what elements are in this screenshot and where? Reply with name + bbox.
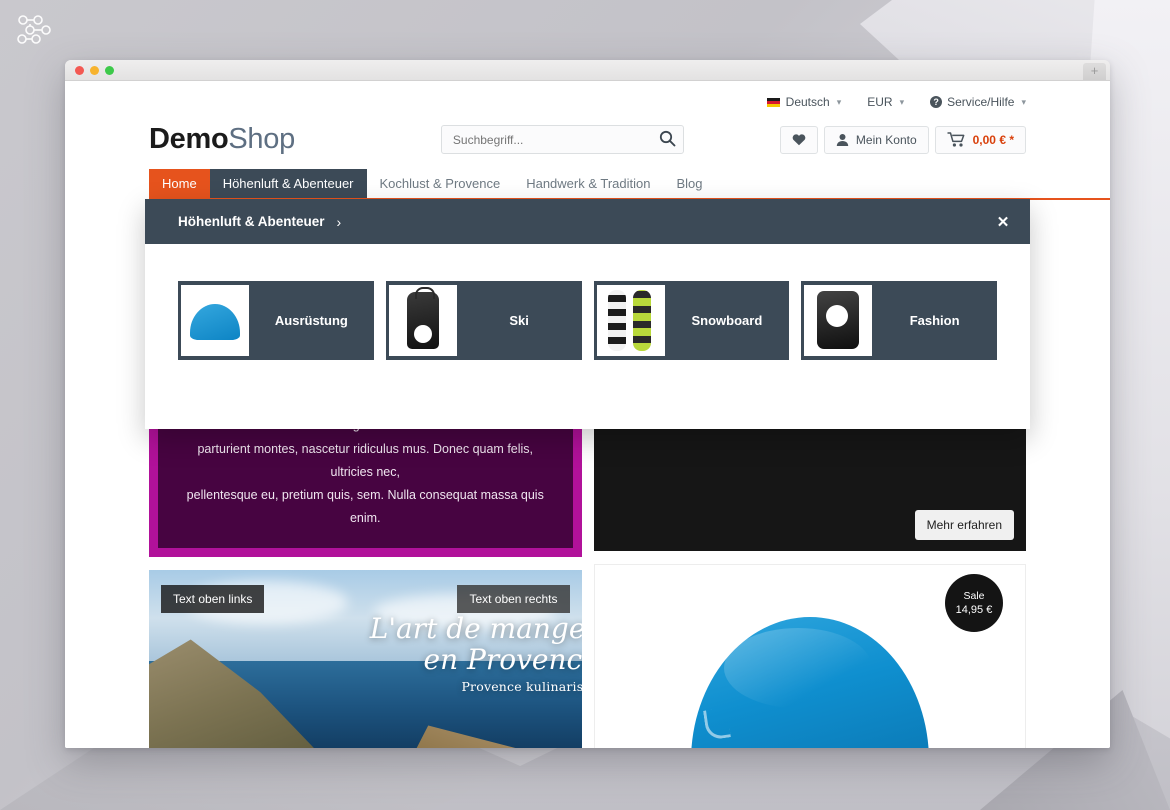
currency-label: EUR <box>867 95 893 109</box>
question-mark-icon: ? <box>930 96 943 108</box>
cart-button[interactable]: 0,00 € * <box>934 125 1026 154</box>
page-viewport: Deutsch ▾ EUR ▾ ? Service/Hilfe ▾ DemoSh… <box>65 81 1110 748</box>
search-input[interactable] <box>440 125 684 154</box>
logo-light-part: Shop <box>228 123 295 155</box>
window-close-button[interactable] <box>75 65 84 75</box>
browser-titlebar: + <box>65 60 1110 81</box>
brand-mark-icon <box>702 707 731 741</box>
search-box <box>440 125 684 154</box>
snowboard-icon <box>607 290 626 351</box>
header-actions: Mein Konto 0,00 € * <box>779 125 1026 154</box>
category-thumbnail <box>181 285 249 356</box>
headline-subtitle: Provence kulinarisch <box>461 679 582 695</box>
dropdown-title[interactable]: Höhenluft & Abenteuer <box>178 214 325 229</box>
category-label: Ausrüstung <box>274 313 348 328</box>
shopping-cart-icon <box>947 132 965 147</box>
language-label: Deutsch <box>785 95 830 109</box>
dropdown-categories: Ausrüstung Ski Snowboard Fashion <box>145 244 1030 397</box>
backpack-icon <box>406 287 439 349</box>
browser-window: + Deutsch ▾ EUR ▾ ? Service/Hilfe ▾ Demo… <box>65 60 1110 748</box>
headline-line-1: L'art de manger <box>369 612 582 645</box>
service-help-menu[interactable]: ? Service/Hilfe ▾ <box>930 95 1026 109</box>
chevron-down-icon: ▾ <box>836 96 842 107</box>
shop-logo[interactable]: DemoShop <box>149 123 295 156</box>
service-label: Service/Hilfe <box>947 95 1015 109</box>
nav-item-kochlust-provence[interactable]: Kochlust & Provence <box>367 169 514 198</box>
banner-line-2: parturient montes, nascetur ridiculus mu… <box>197 441 534 479</box>
emotion-headline: L'art de manger en Provence Provence kul… <box>365 612 582 695</box>
german-flag-icon <box>766 97 780 107</box>
nav-item-home[interactable]: Home <box>149 169 210 198</box>
beanie-product-image <box>690 617 929 748</box>
headline-line-2: en Provence <box>423 642 582 676</box>
sale-badge-price: 14,95 € <box>955 604 993 616</box>
category-tile-ski[interactable]: Ski <box>385 281 582 360</box>
more-info-button[interactable]: Mehr erfahren <box>914 510 1014 540</box>
window-maximize-button[interactable] <box>105 65 114 75</box>
category-tile-snowboard[interactable]: Snowboard <box>593 281 790 360</box>
new-tab-button[interactable]: + <box>1083 63 1106 80</box>
category-tile-fashion[interactable]: Fashion <box>801 281 997 360</box>
category-thumbnail <box>388 285 457 356</box>
category-thumbnail <box>596 285 665 356</box>
sale-badge: Sale 14,95 € <box>945 574 1003 632</box>
product-teaser-card[interactable]: Sale 14,95 € Zum Artikel <box>593 564 1026 748</box>
search-icon <box>660 130 676 146</box>
category-thumbnail <box>804 285 873 356</box>
sale-badge-label: Sale <box>963 590 985 602</box>
category-mega-dropdown: Höhenluft & Abenteuer › ✕ Ausrüstung Ski… <box>145 199 1030 429</box>
bag-icon <box>817 291 860 349</box>
utility-bar: Deutsch ▾ EUR ▾ ? Service/Hilfe ▾ <box>65 81 1110 109</box>
heart-icon <box>792 134 806 146</box>
tag-top-right[interactable]: Text oben rechts <box>457 585 570 613</box>
chevron-right-icon: › <box>336 213 342 230</box>
chevron-down-icon: ▾ <box>1021 96 1026 107</box>
nav-item-hoehenluft-abenteuer[interactable]: Höhenluft & Abenteuer <box>209 169 367 198</box>
logo-bold-part: Demo <box>149 123 229 155</box>
category-label: Ski <box>509 313 529 328</box>
currency-selector[interactable]: EUR ▾ <box>867 95 904 109</box>
close-dropdown-button[interactable]: ✕ <box>976 199 1030 244</box>
provence-emotion-banner: L'art de manger en Provence Provence kul… <box>149 570 582 748</box>
account-button[interactable]: Mein Konto <box>823 125 929 154</box>
beanie-icon <box>190 304 240 340</box>
network-nodes-logo-icon <box>17 15 51 44</box>
tag-top-left[interactable]: Text oben links <box>161 585 265 613</box>
category-label: Fashion <box>909 313 960 328</box>
search-submit-button[interactable] <box>654 127 682 152</box>
category-tile-ausruestung[interactable]: Ausrüstung <box>178 281 374 360</box>
cart-total: 0,00 € * <box>972 132 1014 147</box>
account-label: Mein Konto <box>855 132 917 147</box>
language-selector[interactable]: Deutsch ▾ <box>766 95 842 109</box>
nav-item-blog[interactable]: Blog <box>663 169 715 198</box>
user-icon <box>836 134 849 146</box>
main-navigation: Home Höhenluft & Abenteuer Kochlust & Pr… <box>149 169 1110 200</box>
snowboard-icon-2 <box>632 290 651 351</box>
nav-item-handwerk-tradition[interactable]: Handwerk & Tradition <box>513 169 663 198</box>
category-label: Snowboard <box>691 313 763 328</box>
window-minimize-button[interactable] <box>90 65 99 75</box>
chevron-down-icon: ▾ <box>899 96 905 107</box>
shop-header: DemoShop Suchbegriff... Mein Konto 0,00 … <box>65 109 1110 156</box>
wishlist-button[interactable] <box>779 125 818 154</box>
banner-line-3: pellentesque eu, pretium quis, sem. Null… <box>186 487 544 525</box>
dropdown-header: Höhenluft & Abenteuer › ✕ <box>145 199 1030 244</box>
